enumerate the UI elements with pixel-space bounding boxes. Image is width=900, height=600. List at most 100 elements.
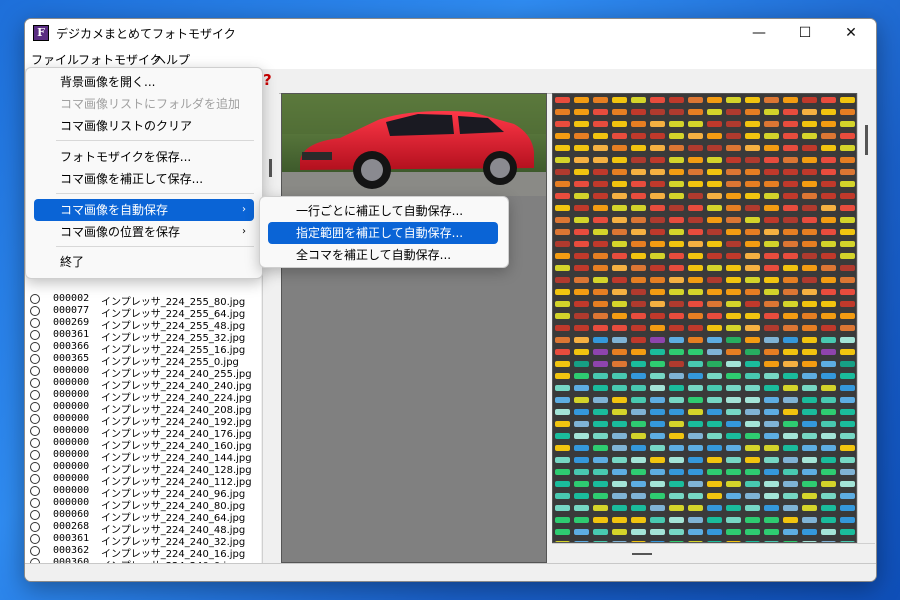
radio-icon[interactable] <box>30 534 40 544</box>
menu-help[interactable]: ヘルプ <box>154 51 190 68</box>
submenu-item-per-row[interactable]: 一行ごとに補正して自動保存... <box>296 200 463 222</box>
mosaic-tile <box>648 358 667 370</box>
list-item[interactable]: 000000 インプレッサ_224_240_176.jpg <box>25 425 261 440</box>
list-item[interactable]: 000000 インプレッサ_224_240_224.jpg <box>25 389 261 404</box>
submenu-item-all-frames[interactable]: 全コマを補正して自動保存... <box>296 244 451 266</box>
list-item[interactable]: 000000 インプレッサ_224_240_160.jpg <box>25 437 261 452</box>
mosaic-tile <box>724 346 743 358</box>
menu-item-add-folder[interactable]: コマ画像リストにフォルダを追加 <box>60 93 240 115</box>
radio-icon[interactable] <box>30 366 40 376</box>
title-bar[interactable]: F デジカメまとめてフォトモザイク — ☐ ✕ <box>25 19 876 47</box>
menu-item-open-background[interactable]: 背景画像を開く... <box>60 71 155 93</box>
radio-icon[interactable] <box>30 426 40 436</box>
mosaic-tile <box>838 346 856 358</box>
list-item[interactable]: 000362 インプレッサ_224_240_16.jpg <box>25 545 261 560</box>
mosaic-tile <box>838 382 856 394</box>
mosaic-tile <box>686 190 705 202</box>
radio-icon[interactable] <box>30 330 40 340</box>
radio-icon[interactable] <box>30 450 40 460</box>
list-item[interactable]: 000002 インプレッサ_224_255_80.jpg <box>25 293 261 308</box>
list-item[interactable]: 000361 インプレッサ_224_240_32.jpg <box>25 533 261 548</box>
list-item[interactable]: 000077 インプレッサ_224_255_64.jpg <box>25 305 261 320</box>
radio-icon[interactable] <box>30 402 40 412</box>
menu-item-save-mosaic[interactable]: フォトモザイクを保存... <box>60 146 191 168</box>
mosaic-tile <box>591 274 610 286</box>
list-item[interactable]: 000000 インプレッサ_224_240_240.jpg <box>25 377 261 392</box>
menu-file[interactable]: ファイル <box>31 51 79 68</box>
mosaic-tile <box>553 346 572 358</box>
mosaic-tile <box>648 190 667 202</box>
mosaic-tile <box>572 514 591 526</box>
menu-photomosaic[interactable]: フォトモザイク <box>78 51 162 68</box>
list-item[interactable]: 000060 インプレッサ_224_240_64.jpg <box>25 509 261 524</box>
radio-icon[interactable] <box>30 438 40 448</box>
mosaic-tile <box>800 214 819 226</box>
list-item[interactable]: 000000 インプレッサ_224_240_96.jpg <box>25 485 261 500</box>
close-button[interactable]: ✕ <box>828 19 874 47</box>
mosaic-vscroll-thumb[interactable] <box>865 125 868 155</box>
radio-icon[interactable] <box>30 318 40 328</box>
mosaic-tile <box>591 370 610 382</box>
mosaic-vertical-scrollbar[interactable] <box>857 93 876 543</box>
menu-item-save-corrected[interactable]: コマ画像を補正して保存... <box>60 168 203 190</box>
list-item[interactable]: 000366 インプレッサ_224_255_16.jpg <box>25 341 261 356</box>
mosaic-tile <box>610 454 629 466</box>
mosaic-tile <box>819 478 838 490</box>
mosaic-tile <box>762 154 781 166</box>
radio-icon[interactable] <box>30 462 40 472</box>
radio-icon[interactable] <box>30 306 40 316</box>
mosaic-tile <box>648 346 667 358</box>
menu-item-save-positions[interactable]: コマ画像の位置を保存 › <box>34 221 254 243</box>
radio-icon[interactable] <box>30 546 40 556</box>
mosaic-tile <box>648 154 667 166</box>
list-scrollbar[interactable] <box>262 93 279 563</box>
submenu-item-range[interactable]: 指定範囲を補正して自動保存... <box>268 222 498 244</box>
mosaic-tile <box>800 238 819 250</box>
radio-icon[interactable] <box>30 414 40 424</box>
minimize-button[interactable]: — <box>736 19 782 47</box>
maximize-button[interactable]: ☐ <box>782 19 828 47</box>
submenu-arrow-icon: › <box>242 226 246 237</box>
menu-item-clear-list[interactable]: コマ画像リストのクリア <box>60 115 192 137</box>
list-item[interactable]: 000365 インプレッサ_224_255_0.jpg <box>25 353 261 368</box>
list-item[interactable]: 000000 インプレッサ_224_240_192.jpg <box>25 413 261 428</box>
radio-icon[interactable] <box>30 342 40 352</box>
window-title: デジカメまとめてフォトモザイク <box>56 27 236 41</box>
mosaic-tile <box>686 370 705 382</box>
mosaic-hscroll-thumb[interactable] <box>632 553 652 555</box>
frame-count: 000002 <box>53 293 90 304</box>
list-item[interactable]: 000000 インプレッサ_224_240_208.jpg <box>25 401 261 416</box>
photomosaic-canvas[interactable] <box>552 93 857 543</box>
radio-icon[interactable] <box>30 354 40 364</box>
list-item[interactable]: 000361 インプレッサ_224_255_32.jpg <box>25 329 261 344</box>
list-item[interactable]: 000000 インプレッサ_224_240_144.jpg <box>25 449 261 464</box>
radio-icon[interactable] <box>30 378 40 388</box>
list-item[interactable]: 000000 インプレッサ_224_240_112.jpg <box>25 473 261 488</box>
list-item[interactable]: 000000 インプレッサ_224_240_80.jpg <box>25 497 261 512</box>
mosaic-tile <box>591 418 610 430</box>
help-icon[interactable]: ? <box>263 71 272 89</box>
radio-icon[interactable] <box>30 390 40 400</box>
radio-icon[interactable] <box>30 294 40 304</box>
radio-icon[interactable] <box>30 510 40 520</box>
mosaic-tile <box>819 130 838 142</box>
mosaic-tile <box>686 358 705 370</box>
menu-item-exit[interactable]: 終了 <box>60 251 84 273</box>
list-item[interactable]: 000268 インプレッサ_224_240_48.jpg <box>25 521 261 536</box>
radio-icon[interactable] <box>30 498 40 508</box>
mosaic-tile <box>629 154 648 166</box>
radio-icon[interactable] <box>30 474 40 484</box>
radio-icon[interactable] <box>30 486 40 496</box>
mosaic-horizontal-scrollbar[interactable] <box>552 543 875 564</box>
list-scroll-thumb[interactable] <box>269 159 272 177</box>
mosaic-tile <box>591 118 610 130</box>
list-item[interactable]: 000269 インプレッサ_224_255_48.jpg <box>25 317 261 332</box>
mosaic-tile <box>762 478 781 490</box>
radio-icon[interactable] <box>30 522 40 532</box>
mosaic-tile <box>743 334 762 346</box>
menu-item-auto-save[interactable]: コマ画像を自動保存 › <box>34 199 254 221</box>
list-item[interactable]: 000000 インプレッサ_224_240_128.jpg <box>25 461 261 476</box>
list-item[interactable]: 000000 インプレッサ_224_240_255.jpg <box>25 365 261 380</box>
mosaic-tile <box>648 214 667 226</box>
mosaic-tile <box>667 166 686 178</box>
